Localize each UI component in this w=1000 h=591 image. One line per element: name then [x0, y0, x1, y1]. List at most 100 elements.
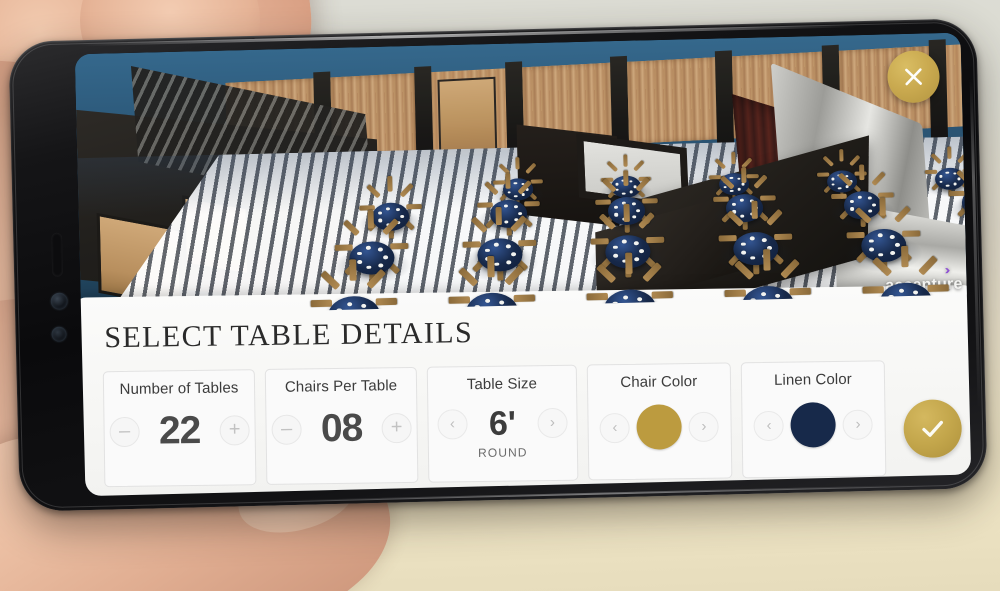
- ar-chair: [927, 284, 949, 292]
- ar-chair: [390, 242, 409, 249]
- ar-chair: [505, 173, 511, 189]
- chair-color-row: ‹ ›: [594, 404, 725, 451]
- ar-chair: [946, 146, 951, 159]
- confirm-button[interactable]: [903, 399, 963, 459]
- ar-chair: [624, 252, 633, 274]
- close-icon: [905, 68, 922, 86]
- chairs-per-table-label: Chairs Per Table: [284, 377, 398, 396]
- earpiece-speaker: [51, 232, 64, 277]
- ar-chair: [606, 160, 618, 173]
- ar-chair: [477, 202, 493, 208]
- ar-place-setting: [513, 205, 518, 209]
- linen-color-prev-button[interactable]: ‹: [753, 410, 785, 441]
- ar-place-setting: [485, 298, 491, 303]
- ar-place-setting: [357, 260, 363, 265]
- control-card-number-of-tables: Number of Tables –22 +: [102, 369, 257, 488]
- ar-chair: [623, 170, 629, 186]
- ar-chair: [713, 196, 729, 202]
- ar-chair: [495, 206, 503, 225]
- ar-place-setting: [498, 300, 505, 305]
- number-of-tables-increment-button[interactable]: +: [219, 414, 250, 446]
- ar-chair: [513, 294, 535, 302]
- ar-place-setting: [636, 209, 641, 213]
- chairs-per-table-decrement-button[interactable]: –: [271, 413, 302, 445]
- chairs-per-table-value: 08: [320, 406, 363, 451]
- chair-color-prev-button[interactable]: ‹: [599, 412, 631, 443]
- ar-chair: [387, 176, 393, 192]
- chairs-per-table-row: –08 +: [271, 406, 412, 451]
- ar-chair: [838, 172, 853, 187]
- ar-chair: [651, 290, 673, 299]
- ar-chair: [730, 151, 736, 165]
- linen-color-swatch[interactable]: [790, 402, 837, 448]
- table-size-next-button[interactable]: ›: [537, 407, 568, 439]
- ar-chair: [586, 292, 608, 300]
- number-of-tables-decrement-button[interactable]: –: [109, 416, 140, 447]
- ar-place-setting: [395, 208, 400, 212]
- ar-chair: [718, 234, 737, 241]
- ar-chair: [595, 199, 611, 205]
- controls-row: Number of Tables –22 + Chairs Per Table –08 +…: [102, 359, 971, 488]
- ar-chair: [741, 167, 747, 184]
- table-size-shape-label: ROUND: [478, 445, 528, 461]
- ar-place-setting: [895, 242, 901, 247]
- ar-chair: [949, 190, 965, 197]
- phone-screen: › accenture SELECT TABLE DETAILS Number …: [74, 32, 972, 497]
- ar-place-setting: [503, 204, 508, 208]
- ar-place-setting: [732, 203, 737, 207]
- ar-chair: [623, 203, 631, 222]
- ar-chair: [879, 196, 887, 216]
- ar-place-setting: [889, 235, 895, 240]
- chair-color-swatch[interactable]: [636, 404, 683, 450]
- ar-chair: [406, 204, 422, 210]
- ar-chair: [602, 178, 617, 193]
- ar-chair: [367, 209, 375, 228]
- ar-chair: [759, 195, 776, 201]
- linen-color-label: Linen Color: [773, 370, 852, 389]
- linen-color-next-button[interactable]: ›: [842, 409, 874, 440]
- ar-chair: [714, 158, 726, 170]
- chairs-per-table-increment-button[interactable]: +: [381, 412, 412, 443]
- ar-place-setting: [868, 239, 874, 244]
- ar-place-setting: [622, 239, 627, 244]
- ar-chair: [349, 258, 357, 281]
- ar-place-setting: [639, 249, 645, 253]
- ar-chair: [762, 248, 771, 271]
- ar-place-setting: [872, 203, 877, 207]
- ar-place-setting: [740, 242, 746, 247]
- ar-place-setting: [912, 290, 919, 295]
- ar-chair: [900, 245, 909, 267]
- ar-place-setting: [506, 260, 512, 264]
- ar-place-setting: [741, 250, 746, 255]
- ar-place-setting: [357, 251, 362, 256]
- ar-chair: [838, 149, 844, 162]
- chair-color-label: Chair Color: [620, 372, 698, 392]
- ar-place-setting: [869, 247, 874, 252]
- ar-place-setting: [898, 288, 905, 293]
- ar-place-setting: [484, 248, 490, 253]
- ar-place-setting: [634, 257, 640, 261]
- ar-chair: [310, 299, 332, 307]
- ar-place-setting: [878, 233, 883, 238]
- ar-camera-viewport[interactable]: › accenture: [74, 32, 967, 317]
- number-of-tables-row: –22 +: [109, 409, 250, 452]
- ar-chair: [462, 240, 482, 248]
- ar-chair: [484, 181, 499, 196]
- ar-place-setting: [774, 293, 781, 298]
- ar-place-setting: [750, 256, 756, 260]
- ar-place-setting: [506, 244, 511, 249]
- chair-color-next-button[interactable]: ›: [688, 411, 720, 442]
- ar-chair: [822, 155, 834, 167]
- ar-place-setting: [494, 262, 500, 267]
- ar-place-setting: [750, 236, 755, 241]
- table-size-prev-button[interactable]: ‹: [437, 409, 468, 440]
- table-size-row: ‹ 6' ›: [434, 404, 570, 443]
- ar-place-setting: [739, 198, 744, 202]
- ar-place-setting: [857, 195, 862, 199]
- table-details-panel: SELECT TABLE DETAILS Number of Tables –22…: [74, 285, 972, 497]
- ar-chair: [375, 297, 397, 305]
- ar-chair: [646, 236, 665, 243]
- ar-chair: [789, 287, 811, 295]
- page-title: SELECT TABLE DETAILS: [104, 316, 474, 355]
- control-card-chair-color: Chair Color ‹ ›: [586, 362, 733, 481]
